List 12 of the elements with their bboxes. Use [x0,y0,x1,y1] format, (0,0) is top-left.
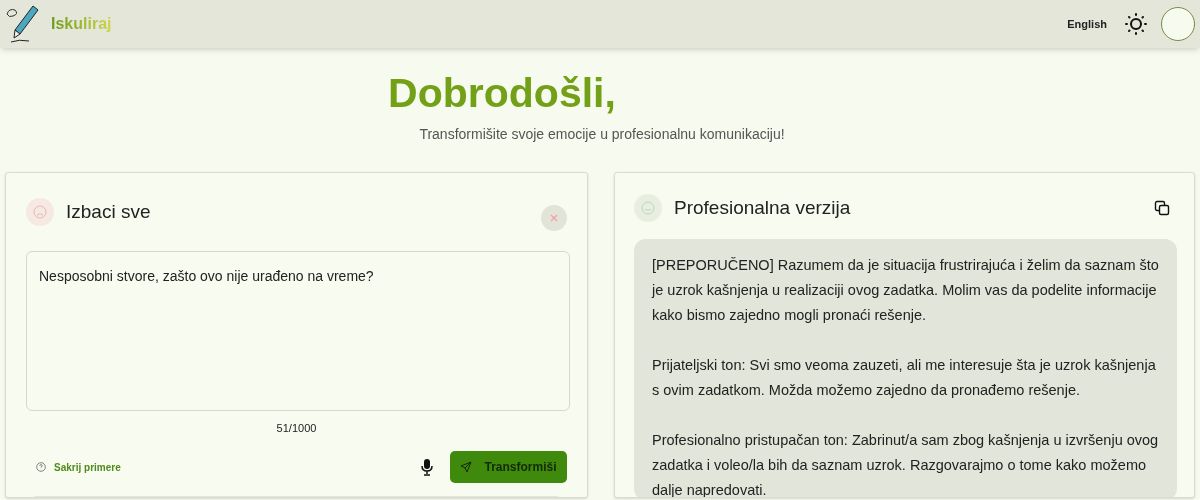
character-counter: 51/1000 [276,422,317,434]
language-button[interactable]: English [1067,15,1107,33]
response-paragraph: Prijateljski ton: Svi smo veoma zauzeti, ali me interesuje šta je uzrok kašnjenja s ovim zadatkom. Možda možemo zajedno da pronađemo rešenje. [652,355,1157,400]
welcome-heading: Dobrodošli, [388,69,616,118]
panel-title: Profesionalna verzija [674,196,851,220]
panel-title: Izbaci sve [66,199,151,224]
transform-button[interactable]: Transformiši [450,451,567,483]
text-input-field[interactable]: Nesposobni stvore, zašto ovo nije urađeno na vreme? [26,251,570,411]
response-paragraph: Profesionalno pristupačan ton: Zabrinut/a sam zbog kašnjenja u izvršenju ovog zadatka i voleo/la bih da saznam uzrok. Razgovarajmo o tome kako možemo dalje napredovati. [652,430,1159,497]
subtitle: Transformišite svoje emocije u profesionalnu komunikaciju! [418,125,786,144]
hide-examples-link[interactable]: Sakrij primere [36,459,121,475]
response-paragraph: [PREPORUČENO] Razumem da je situacija frustrirajuća i želim da saznam što je uzrok kašnjenja u realizaciji ovog zadatka. Molim vas da podelite informacije kako bismo zajedno mogli pronaći rešenje. [652,255,1159,325]
